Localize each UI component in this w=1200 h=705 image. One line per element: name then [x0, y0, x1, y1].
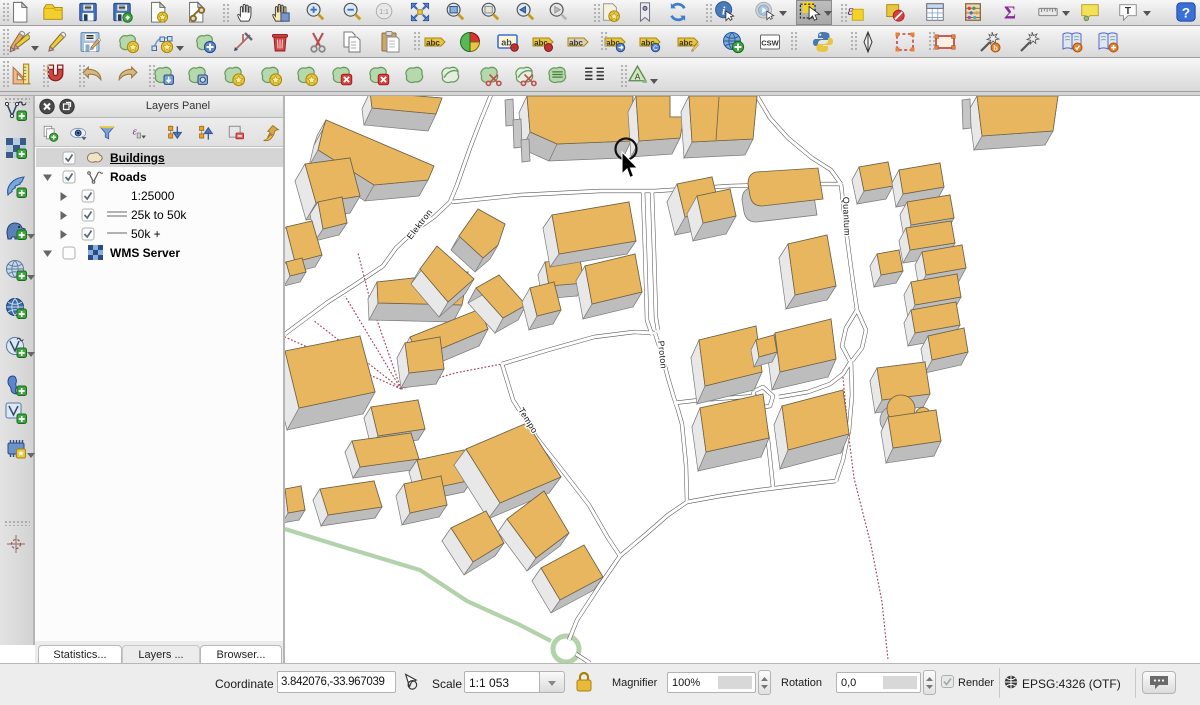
svg-text:C: C	[653, 45, 658, 52]
svg-text:1:1: 1:1	[379, 9, 389, 16]
svg-text:T: T	[1125, 6, 1132, 17]
svg-text:Σ: Σ	[1004, 2, 1016, 22]
svg-text:abc: abc	[426, 39, 440, 48]
svg-text:Quantum: Quantum	[841, 197, 852, 236]
svg-text:b: b	[993, 46, 997, 53]
svg-text:CSW: CSW	[761, 39, 779, 48]
svg-text:ε: ε	[848, 3, 854, 19]
svg-text:A: A	[635, 72, 641, 82]
svg-text:abc: abc	[679, 39, 693, 48]
svg-text:abc: abc	[569, 39, 583, 48]
svg-text:?: ?	[1182, 6, 1190, 21]
